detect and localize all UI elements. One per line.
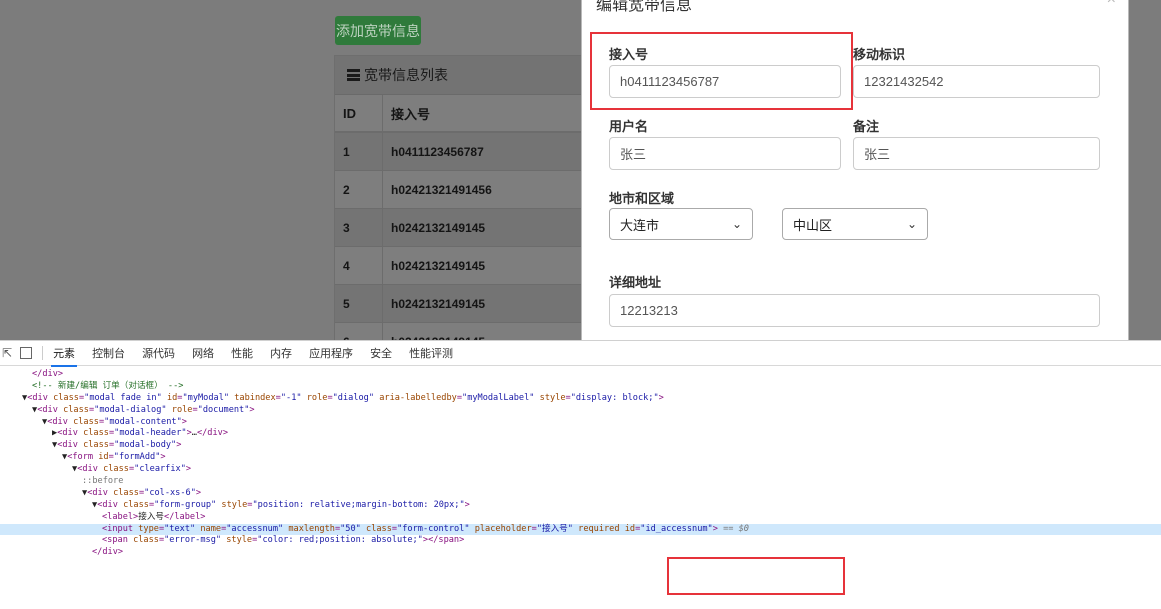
tab-elements[interactable]: 元素	[51, 345, 78, 367]
dom-tree: </div> <!-- 新建/编辑 订单（对话框） --> ▼<div class=…	[0, 366, 1161, 559]
panel-heading: 宽带信息列表	[335, 56, 595, 95]
table-row[interactable]: 5 h0242132149145	[335, 284, 595, 323]
username-label: 用户名	[609, 119, 649, 134]
chevron-down-icon: ⌄	[731, 217, 742, 231]
panel-title: 宽带信息列表	[364, 67, 448, 83]
cell-accessnum: h0242132149145	[382, 246, 595, 285]
cell-accessnum: h0242132149145	[382, 208, 595, 247]
dom-line[interactable]: <!-- 新建/编辑 订单（对话框） -->	[0, 381, 1161, 393]
tab-lighthouse[interactable]: 性能评测	[409, 345, 453, 361]
cell-accessnum: h0411123456787	[382, 131, 595, 171]
dom-line[interactable]: ::before	[0, 476, 1161, 488]
device-toggle-icon[interactable]	[20, 347, 33, 359]
dom-line-selected[interactable]: <input type="text" name="accessnum" maxl…	[0, 523, 1161, 536]
city-select-value: 大连市	[620, 217, 660, 233]
address-label: 详细地址	[609, 275, 662, 290]
dom-line[interactable]: ▼<div class="form-group" style="position…	[0, 500, 1161, 512]
mobile-id-label: 移动标识	[853, 47, 906, 62]
tab-security[interactable]: 安全	[370, 345, 392, 361]
table-row[interactable]: 3 h0242132149145	[335, 208, 595, 247]
remark-input[interactable]: 张三	[853, 137, 1100, 170]
toolbar-divider	[42, 346, 44, 360]
devtools-toolbar: ⇱ 元素 控制台 源代码 网络 性能 内存 应用程序 安全 性能评测	[0, 341, 1161, 367]
cell-id: 6	[335, 322, 383, 340]
dom-line[interactable]: <span class="error-msg" style="color: re…	[0, 535, 1161, 547]
remark-label: 备注	[853, 119, 880, 134]
cell-id: 1	[335, 131, 383, 171]
tab-network[interactable]: 网络	[192, 345, 214, 361]
city-select[interactable]: 大连市 ⌄	[609, 208, 753, 240]
highlight-box	[667, 557, 845, 595]
dom-line[interactable]: ▼<div class="modal-body">	[0, 440, 1161, 452]
cell-id: 2	[335, 170, 383, 209]
tab-console[interactable]: 控制台	[92, 345, 125, 361]
table-header-row: ID 接入号	[335, 95, 595, 133]
cell-accessnum: h0242132149145	[382, 284, 595, 323]
username-input[interactable]: 张三	[609, 137, 841, 170]
dom-line[interactable]: ▼<div class="modal-dialog" role="documen…	[0, 405, 1161, 417]
devtools-panel: ⇱ 元素 控制台 源代码 网络 性能 内存 应用程序 安全 性能评测 </div…	[0, 340, 1161, 609]
dom-line[interactable]: ▶<div class="modal-header">…</div>	[0, 428, 1161, 440]
cell-id: 5	[335, 284, 383, 323]
modal-title: 编辑宽带信息	[596, 0, 693, 14]
dom-line[interactable]: </div>	[0, 369, 1161, 381]
table-row[interactable]: 4 h0242132149145	[335, 246, 595, 285]
edit-broadband-modal: 编辑宽带信息 × 接入号 h0411123456787 移动标识 1232143…	[581, 0, 1129, 340]
add-broadband-button[interactable]: 添加宽带信息	[335, 16, 421, 45]
column-header-accessnum: 接入号	[382, 95, 595, 133]
cell-id: 4	[335, 246, 383, 285]
table-row[interactable]: 1 h0411123456787	[335, 131, 595, 171]
dom-line[interactable]: <label>接入号</label>	[0, 512, 1161, 524]
dom-line[interactable]: </div>	[0, 547, 1161, 559]
broadband-list-panel: 宽带信息列表 ID 接入号 1 h0411123456787 2 h024213…	[334, 55, 596, 340]
dom-line[interactable]: ▼<div class="col-xs-6">	[0, 488, 1161, 500]
chevron-down-icon: ⌄	[906, 217, 917, 231]
column-header-id: ID	[335, 95, 383, 133]
mobile-id-input[interactable]: 12321432542	[853, 65, 1100, 98]
broadband-table: ID 接入号 1 h0411123456787 2 h0242132149145…	[335, 95, 595, 340]
dom-line[interactable]: ▼<form id="formAdd">	[0, 452, 1161, 464]
dom-line[interactable]: ▼<div class="modal-content">	[0, 417, 1161, 429]
inspect-icon[interactable]: ⇱	[2, 346, 12, 360]
tab-performance[interactable]: 性能	[231, 345, 253, 361]
cell-id: 3	[335, 208, 383, 247]
dom-line[interactable]: ▼<div class="modal fade in" id="myModal"…	[0, 393, 1161, 405]
district-select[interactable]: 中山区 ⌄	[782, 208, 928, 240]
tab-application[interactable]: 应用程序	[309, 345, 353, 361]
cell-accessnum: h0242132149145	[382, 322, 595, 340]
address-input[interactable]: 12213213	[609, 294, 1100, 327]
dom-line[interactable]: ▼<div class="clearfix">	[0, 464, 1161, 476]
region-label: 地市和区域	[609, 191, 675, 206]
highlight-box	[590, 32, 853, 110]
district-select-value: 中山区	[793, 217, 833, 233]
cell-accessnum: h02421321491456	[382, 170, 595, 209]
table-row[interactable]: 2 h02421321491456	[335, 170, 595, 209]
close-icon[interactable]: ×	[1107, 0, 1116, 9]
list-icon	[347, 69, 360, 81]
table-row[interactable]: 6 h0242132149145	[335, 322, 595, 340]
tab-sources[interactable]: 源代码	[142, 345, 175, 361]
tab-memory[interactable]: 内存	[270, 345, 292, 361]
